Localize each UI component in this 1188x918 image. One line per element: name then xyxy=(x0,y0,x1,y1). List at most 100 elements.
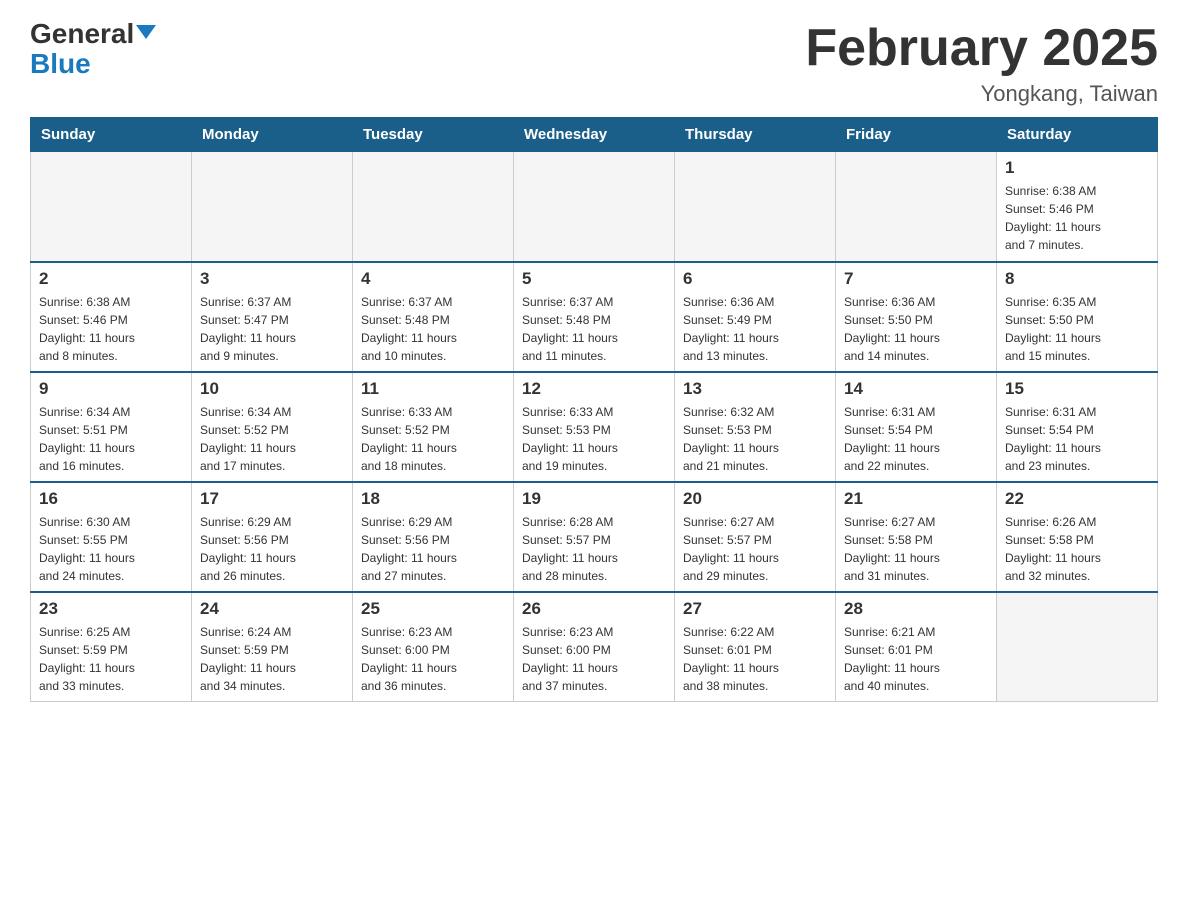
day-info: Sunrise: 6:36 AM Sunset: 5:50 PM Dayligh… xyxy=(844,293,988,365)
day-number: 18 xyxy=(361,489,505,509)
day-info: Sunrise: 6:23 AM Sunset: 6:00 PM Dayligh… xyxy=(522,623,666,695)
day-info: Sunrise: 6:25 AM Sunset: 5:59 PM Dayligh… xyxy=(39,623,183,695)
calendar-cell: 10 Sunrise: 6:34 AM Sunset: 5:52 PM Dayli… xyxy=(192,372,353,482)
day-info: Sunrise: 6:33 AM Sunset: 5:52 PM Dayligh… xyxy=(361,403,505,475)
calendar-cell: 27Sunrise: 6:22 AM Sunset: 6:01 PM Dayli… xyxy=(675,592,836,702)
title-section: February 2025 Yongkang, Taiwan xyxy=(805,20,1158,107)
day-number: 19 xyxy=(522,489,666,509)
day-info: Sunrise: 6:35 AM Sunset: 5:50 PM Dayligh… xyxy=(1005,293,1149,365)
day-number: 2 xyxy=(39,269,183,289)
day-header-tuesday: Tuesday xyxy=(353,118,514,152)
day-number: 1 xyxy=(1005,158,1149,178)
day-header-wednesday: Wednesday xyxy=(514,118,675,152)
day-number: 17 xyxy=(200,489,344,509)
calendar-cell xyxy=(675,152,836,262)
calendar-cell: 7Sunrise: 6:36 AM Sunset: 5:50 PM Daylig… xyxy=(836,262,997,372)
calendar-cell: 2 Sunrise: 6:38 AM Sunset: 5:46 PM Daylig… xyxy=(31,262,192,372)
day-header-thursday: Thursday xyxy=(675,118,836,152)
calendar-cell xyxy=(31,152,192,262)
calendar-cell: 4 Sunrise: 6:37 AM Sunset: 5:48 PM Daylig… xyxy=(353,262,514,372)
day-info: Sunrise: 6:30 AM Sunset: 5:55 PM Dayligh… xyxy=(39,513,183,585)
calendar-week-row: 2 Sunrise: 6:38 AM Sunset: 5:46 PM Daylig… xyxy=(31,262,1158,372)
calendar-cell: 1 Sunrise: 6:38 AM Sunset: 5:46 PM Daylig… xyxy=(997,152,1158,262)
day-info: Sunrise: 6:29 AM Sunset: 5:56 PM Dayligh… xyxy=(200,513,344,585)
calendar-week-row: 9 Sunrise: 6:34 AM Sunset: 5:51 PM Daylig… xyxy=(31,372,1158,482)
day-info: Sunrise: 6:21 AM Sunset: 6:01 PM Dayligh… xyxy=(844,623,988,695)
day-number: 6 xyxy=(683,269,827,289)
day-info: Sunrise: 6:27 AM Sunset: 5:58 PM Dayligh… xyxy=(844,513,988,585)
logo-general-text: General xyxy=(30,20,134,48)
day-info: Sunrise: 6:33 AM Sunset: 5:53 PM Dayligh… xyxy=(522,403,666,475)
day-number: 14 xyxy=(844,379,988,399)
calendar-cell xyxy=(353,152,514,262)
logo-triangle-icon xyxy=(136,25,156,39)
calendar-header-row: SundayMondayTuesdayWednesdayThursdayFrid… xyxy=(31,118,1158,152)
day-number: 5 xyxy=(522,269,666,289)
day-header-saturday: Saturday xyxy=(997,118,1158,152)
calendar-cell: 18 Sunrise: 6:29 AM Sunset: 5:56 PM Dayli… xyxy=(353,482,514,592)
day-number: 23 xyxy=(39,599,183,619)
day-number: 25 xyxy=(361,599,505,619)
calendar-cell: 28 Sunrise: 6:21 AM Sunset: 6:01 PM Dayli… xyxy=(836,592,997,702)
calendar-cell: 23 Sunrise: 6:25 AM Sunset: 5:59 PM Dayli… xyxy=(31,592,192,702)
calendar-cell: 6 Sunrise: 6:36 AM Sunset: 5:49 PM Daylig… xyxy=(675,262,836,372)
logo: General Blue xyxy=(30,20,156,78)
calendar-week-row: 23 Sunrise: 6:25 AM Sunset: 5:59 PM Dayli… xyxy=(31,592,1158,702)
day-number: 21 xyxy=(844,489,988,509)
calendar-cell: 26 Sunrise: 6:23 AM Sunset: 6:00 PM Dayli… xyxy=(514,592,675,702)
day-info: Sunrise: 6:24 AM Sunset: 5:59 PM Dayligh… xyxy=(200,623,344,695)
month-year-title: February 2025 xyxy=(805,20,1158,77)
day-info: Sunrise: 6:38 AM Sunset: 5:46 PM Dayligh… xyxy=(39,293,183,365)
day-info: Sunrise: 6:27 AM Sunset: 5:57 PM Dayligh… xyxy=(683,513,827,585)
calendar-week-row: 16 Sunrise: 6:30 AM Sunset: 5:55 PM Dayli… xyxy=(31,482,1158,592)
day-number: 15 xyxy=(1005,379,1149,399)
day-number: 3 xyxy=(200,269,344,289)
day-number: 26 xyxy=(522,599,666,619)
day-header-sunday: Sunday xyxy=(31,118,192,152)
day-number: 12 xyxy=(522,379,666,399)
day-number: 16 xyxy=(39,489,183,509)
day-info: Sunrise: 6:37 AM Sunset: 5:47 PM Dayligh… xyxy=(200,293,344,365)
day-number: 10 xyxy=(200,379,344,399)
day-info: Sunrise: 6:36 AM Sunset: 5:49 PM Dayligh… xyxy=(683,293,827,365)
day-info: Sunrise: 6:22 AM Sunset: 6:01 PM Dayligh… xyxy=(683,623,827,695)
day-header-monday: Monday xyxy=(192,118,353,152)
day-info: Sunrise: 6:31 AM Sunset: 5:54 PM Dayligh… xyxy=(1005,403,1149,475)
day-info: Sunrise: 6:32 AM Sunset: 5:53 PM Dayligh… xyxy=(683,403,827,475)
calendar-table: SundayMondayTuesdayWednesdayThursdayFrid… xyxy=(30,117,1158,702)
day-info: Sunrise: 6:38 AM Sunset: 5:46 PM Dayligh… xyxy=(1005,182,1149,254)
day-info: Sunrise: 6:29 AM Sunset: 5:56 PM Dayligh… xyxy=(361,513,505,585)
page-header: General Blue February 2025 Yongkang, Tai… xyxy=(30,20,1158,107)
day-info: Sunrise: 6:26 AM Sunset: 5:58 PM Dayligh… xyxy=(1005,513,1149,585)
calendar-cell: 11Sunrise: 6:33 AM Sunset: 5:52 PM Dayli… xyxy=(353,372,514,482)
day-number: 24 xyxy=(200,599,344,619)
day-number: 9 xyxy=(39,379,183,399)
day-header-friday: Friday xyxy=(836,118,997,152)
day-number: 20 xyxy=(683,489,827,509)
day-info: Sunrise: 6:23 AM Sunset: 6:00 PM Dayligh… xyxy=(361,623,505,695)
calendar-cell: 13 Sunrise: 6:32 AM Sunset: 5:53 PM Dayli… xyxy=(675,372,836,482)
calendar-cell xyxy=(997,592,1158,702)
day-info: Sunrise: 6:31 AM Sunset: 5:54 PM Dayligh… xyxy=(844,403,988,475)
day-number: 28 xyxy=(844,599,988,619)
calendar-cell: 14 Sunrise: 6:31 AM Sunset: 5:54 PM Dayli… xyxy=(836,372,997,482)
calendar-cell xyxy=(836,152,997,262)
location-text: Yongkang, Taiwan xyxy=(805,81,1158,107)
calendar-cell xyxy=(514,152,675,262)
calendar-cell: 3 Sunrise: 6:37 AM Sunset: 5:47 PM Daylig… xyxy=(192,262,353,372)
calendar-cell: 9 Sunrise: 6:34 AM Sunset: 5:51 PM Daylig… xyxy=(31,372,192,482)
day-info: Sunrise: 6:34 AM Sunset: 5:52 PM Dayligh… xyxy=(200,403,344,475)
calendar-cell: 16 Sunrise: 6:30 AM Sunset: 5:55 PM Dayli… xyxy=(31,482,192,592)
day-number: 13 xyxy=(683,379,827,399)
calendar-cell: 24 Sunrise: 6:24 AM Sunset: 5:59 PM Dayli… xyxy=(192,592,353,702)
calendar-cell: 25 Sunrise: 6:23 AM Sunset: 6:00 PM Dayli… xyxy=(353,592,514,702)
day-number: 4 xyxy=(361,269,505,289)
day-number: 8 xyxy=(1005,269,1149,289)
day-info: Sunrise: 6:37 AM Sunset: 5:48 PM Dayligh… xyxy=(522,293,666,365)
calendar-cell: 19Sunrise: 6:28 AM Sunset: 5:57 PM Dayli… xyxy=(514,482,675,592)
day-info: Sunrise: 6:34 AM Sunset: 5:51 PM Dayligh… xyxy=(39,403,183,475)
logo-blue-text: Blue xyxy=(30,50,91,78)
calendar-cell: 12 Sunrise: 6:33 AM Sunset: 5:53 PM Dayli… xyxy=(514,372,675,482)
calendar-cell: 22Sunrise: 6:26 AM Sunset: 5:58 PM Dayli… xyxy=(997,482,1158,592)
day-info: Sunrise: 6:37 AM Sunset: 5:48 PM Dayligh… xyxy=(361,293,505,365)
